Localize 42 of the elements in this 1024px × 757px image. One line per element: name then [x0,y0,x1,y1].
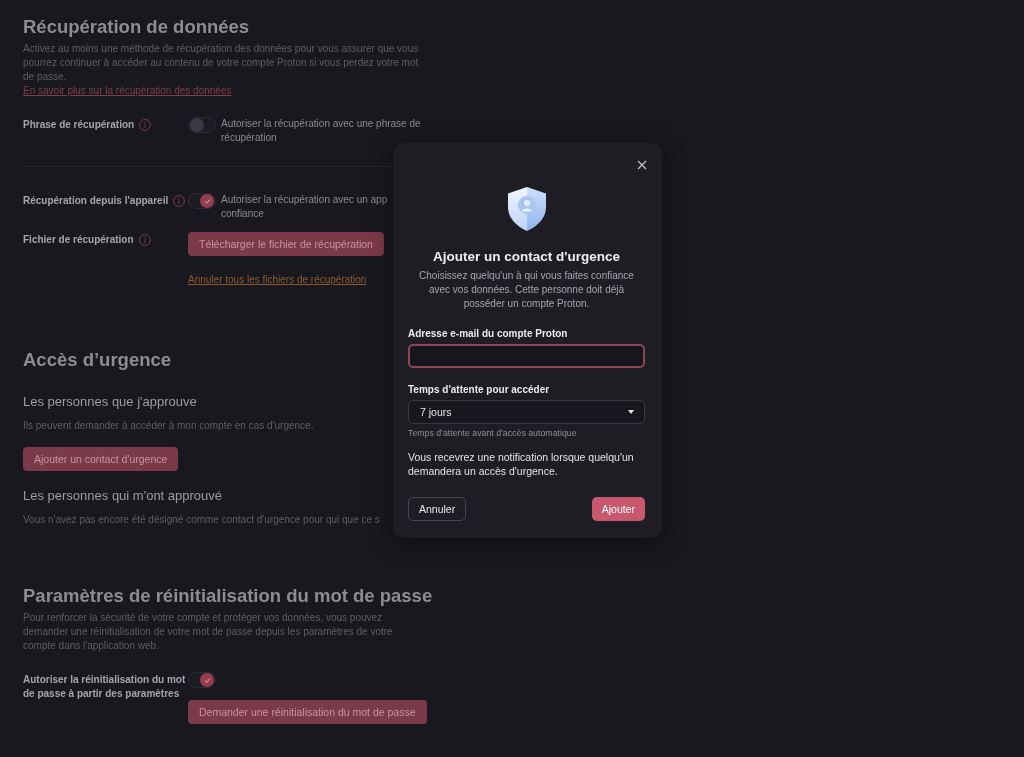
toggle-description: Autoriser la récupération avec un app confiance [221,193,388,221]
setting-label: Phrase de récupération [23,118,135,132]
field-hint: Temps d'attente avant d'accès automatique [408,428,578,438]
wait-time-select[interactable]: 7 jours [408,400,645,424]
subsection-title: Les personnes qui m'ont approuvé [23,487,223,505]
email-input[interactable] [408,344,645,368]
section-title: Paramètres de réinitialisation du mot de passe [23,584,433,608]
check-icon [203,677,211,683]
setting-label: Autoriser la réinitialisation du mot de passe à partir des paramètres [23,673,187,701]
confirm-button[interactable]: Ajouter [591,497,645,521]
request-reset-button[interactable]: Demander une réinitialisation du mot de passe [188,700,427,724]
close-icon [637,160,647,170]
dialog-description: Choisissez quelqu'un à qui vous faites confiance avec vos données. Cette personne doit déjà posséder un compte Proton. [418,269,635,311]
section-description: Pour renforcer la sécurité de votre compte et protéger vos données, vous pouvez demander une réinitialisation de votre mot de passe depuis les paramètres de votre compte dans l'application web. [23,611,394,653]
check-icon [203,198,211,204]
toggle-switch[interactable] [188,193,216,209]
info-icon [173,195,186,207]
toggle-switch[interactable] [188,117,216,133]
subsection-title: Les personnes que j'approuve [23,393,197,411]
cancel-button[interactable]: Annuler [408,497,467,521]
toggle-switch[interactable] [188,672,216,688]
dialog-title: Ajouter un contact d'urgence [432,248,621,266]
setting-label: Récupération depuis l'appareil [23,194,169,208]
subsection-description: Vous n'avez pas encore été désigné comme contact d'urgence pour qui que ce s [23,513,380,527]
shield-person-icon [507,187,546,231]
field-label: Adresse e-mail du compte Proton [408,327,569,341]
section-title: Récupération de données [23,15,250,39]
toggle-description: Autoriser la récupération avec une phrase de récupération [221,117,421,145]
revoke-link[interactable]: Annuler tous les fichiers de récupération [188,273,367,287]
subsection-description: Ils peuvent demander à accéder à mon compte en cas d'urgence. [23,419,314,433]
setting-label: Fichier de récupération [23,233,134,247]
caret-icon [628,410,634,414]
notice-text: Vous recevrez une notification lorsque quelqu'un demandera un accès d'urgence. [408,450,635,478]
close-button[interactable] [635,158,649,172]
add-contact-button[interactable]: Ajouter un contact d'urgence [23,447,179,471]
info-icon [138,234,151,246]
info-icon [139,119,152,131]
field-label: Temps d'attente pour accéder [408,383,551,397]
section-description: Activez au moins une méthode de récupération des données pour vous assurer que vous pourrez continuer à accéder au contenu de votre compte Proton si vous perdez votre mot de passe. [23,42,420,84]
section-title: Accès d’urgence [23,348,172,372]
download-button[interactable]: Télécharger le fichier de récupération [188,232,384,256]
learn-more-link[interactable]: En savoir plus sur la récupération des données [23,84,232,98]
